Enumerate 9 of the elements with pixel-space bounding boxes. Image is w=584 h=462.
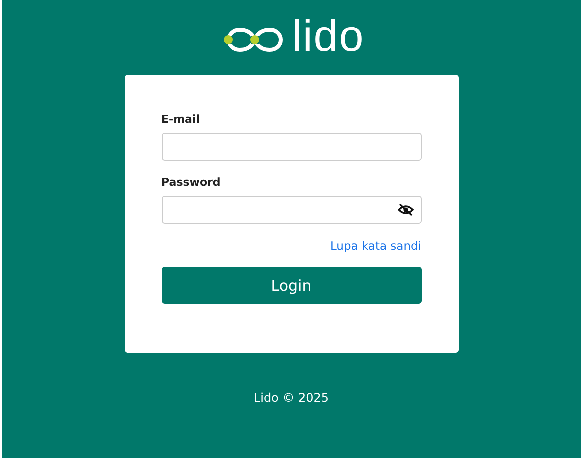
eye-slash-icon[interactable] (398, 204, 414, 216)
footer-text: Lido © 2025 (254, 391, 330, 405)
logo-text: lido (292, 15, 365, 59)
field-label: Password (162, 176, 222, 189)
forgot-password-link[interactable]: Lupa kata sandi (330, 239, 422, 253)
field-label: E-mail (162, 113, 202, 126)
email-field[interactable] (162, 133, 422, 161)
password-field[interactable] (162, 196, 422, 224)
login-button[interactable]: Login (162, 267, 422, 304)
